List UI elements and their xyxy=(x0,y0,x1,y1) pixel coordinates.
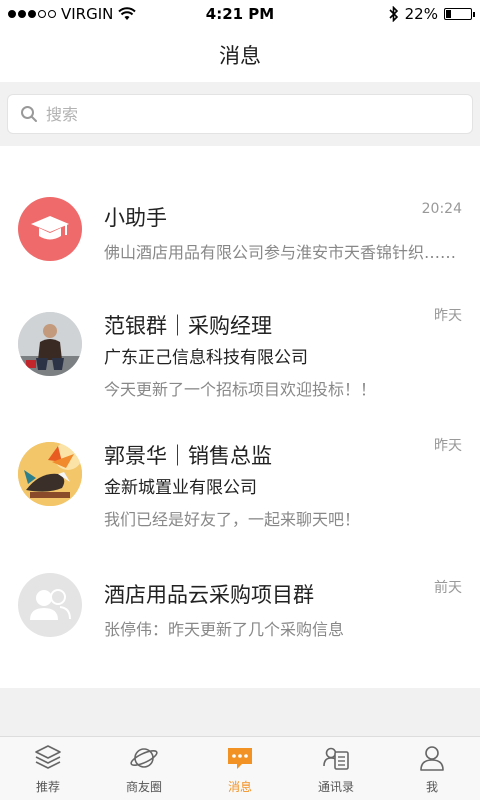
clock: 4:21 PM xyxy=(205,5,275,23)
contacts-icon xyxy=(323,747,349,770)
message-time: 前天 xyxy=(434,580,462,596)
message-preview: 我们已经是好友了，一起来聊天吧！ xyxy=(104,510,361,529)
tab-contacts[interactable]: 通讯录 xyxy=(288,737,384,800)
message-item-assistant[interactable]: 小助手 佛山酒店用品有限公司参与淮安市天香锦针织…… 20:24 xyxy=(0,146,480,276)
tab-bar: 推荐 商友圈 消息 通讯录 我 xyxy=(0,736,480,800)
message-preview: 今天更新了一个招标项目欢迎投标！！ xyxy=(104,380,377,399)
planet-icon xyxy=(130,748,158,768)
search-input[interactable] xyxy=(46,104,426,124)
bluetooth-icon xyxy=(389,6,398,22)
avatar xyxy=(18,442,82,506)
navigation-bar: 消息 xyxy=(0,28,480,82)
message-time: 20:24 xyxy=(421,201,462,217)
message-title: 郭景华｜销售总监 xyxy=(104,444,272,468)
message-item-group[interactable]: 酒店用品云采购项目群 张停伟：昨天更新了几个采购信息 前天 xyxy=(0,536,480,658)
tab-recommend[interactable]: 推荐 xyxy=(0,737,96,800)
page-title: 消息 xyxy=(219,44,261,68)
message-item-fan-yinqun[interactable]: 范银群｜采购经理 广东正己信息科技有限公司 今天更新了一个招标项目欢迎投标！！ … xyxy=(0,276,480,406)
status-bar: VIRGIN 4:21 PM 22% xyxy=(0,0,480,28)
group-icon xyxy=(18,573,82,637)
message-title: 范银群｜采购经理 xyxy=(104,314,272,338)
search-box[interactable] xyxy=(7,94,473,134)
wifi-icon xyxy=(118,7,137,20)
search-icon xyxy=(21,106,37,122)
message-preview: 张停伟：昨天更新了几个采购信息 xyxy=(104,620,345,639)
message-preview: 佛山酒店用品有限公司参与淮安市天香锦针织…… xyxy=(104,243,457,262)
message-time: 昨天 xyxy=(434,308,462,324)
message-company: 金新城置业有限公司 xyxy=(104,478,257,498)
tab-label: 商友圈 xyxy=(125,780,162,794)
message-title: 小助手 xyxy=(104,206,167,230)
search-area xyxy=(0,82,480,146)
signal-strength-icon xyxy=(8,10,56,18)
tab-label: 通讯录 xyxy=(317,780,354,794)
battery-icon xyxy=(443,8,475,20)
tab-label: 推荐 xyxy=(35,780,60,794)
tab-label: 消息 xyxy=(227,780,252,794)
person-icon xyxy=(420,746,444,771)
avatar xyxy=(18,312,82,376)
tab-me[interactable]: 我 xyxy=(384,737,480,800)
message-item-guo-jinghua[interactable]: 郭景华｜销售总监 金新城置业有限公司 我们已经是好友了，一起来聊天吧！ 昨天 xyxy=(0,406,480,536)
layers-icon xyxy=(35,745,61,769)
message-list: 小助手 佛山酒店用品有限公司参与淮安市天香锦针织…… 20:24 范银群｜采购经… xyxy=(0,146,480,688)
tab-business-circle[interactable]: 商友圈 xyxy=(96,737,192,800)
graduation-cap-icon xyxy=(18,197,82,261)
message-company: 广东正己信息科技有限公司 xyxy=(104,348,308,368)
message-title: 酒店用品云采购项目群 xyxy=(104,583,314,607)
chat-bubble-icon xyxy=(228,748,252,769)
tab-messages[interactable]: 消息 xyxy=(192,737,288,800)
message-time: 昨天 xyxy=(434,438,462,454)
battery-percent: 22% xyxy=(404,5,438,23)
tab-label: 我 xyxy=(425,780,438,794)
carrier-name: VIRGIN xyxy=(61,5,114,23)
